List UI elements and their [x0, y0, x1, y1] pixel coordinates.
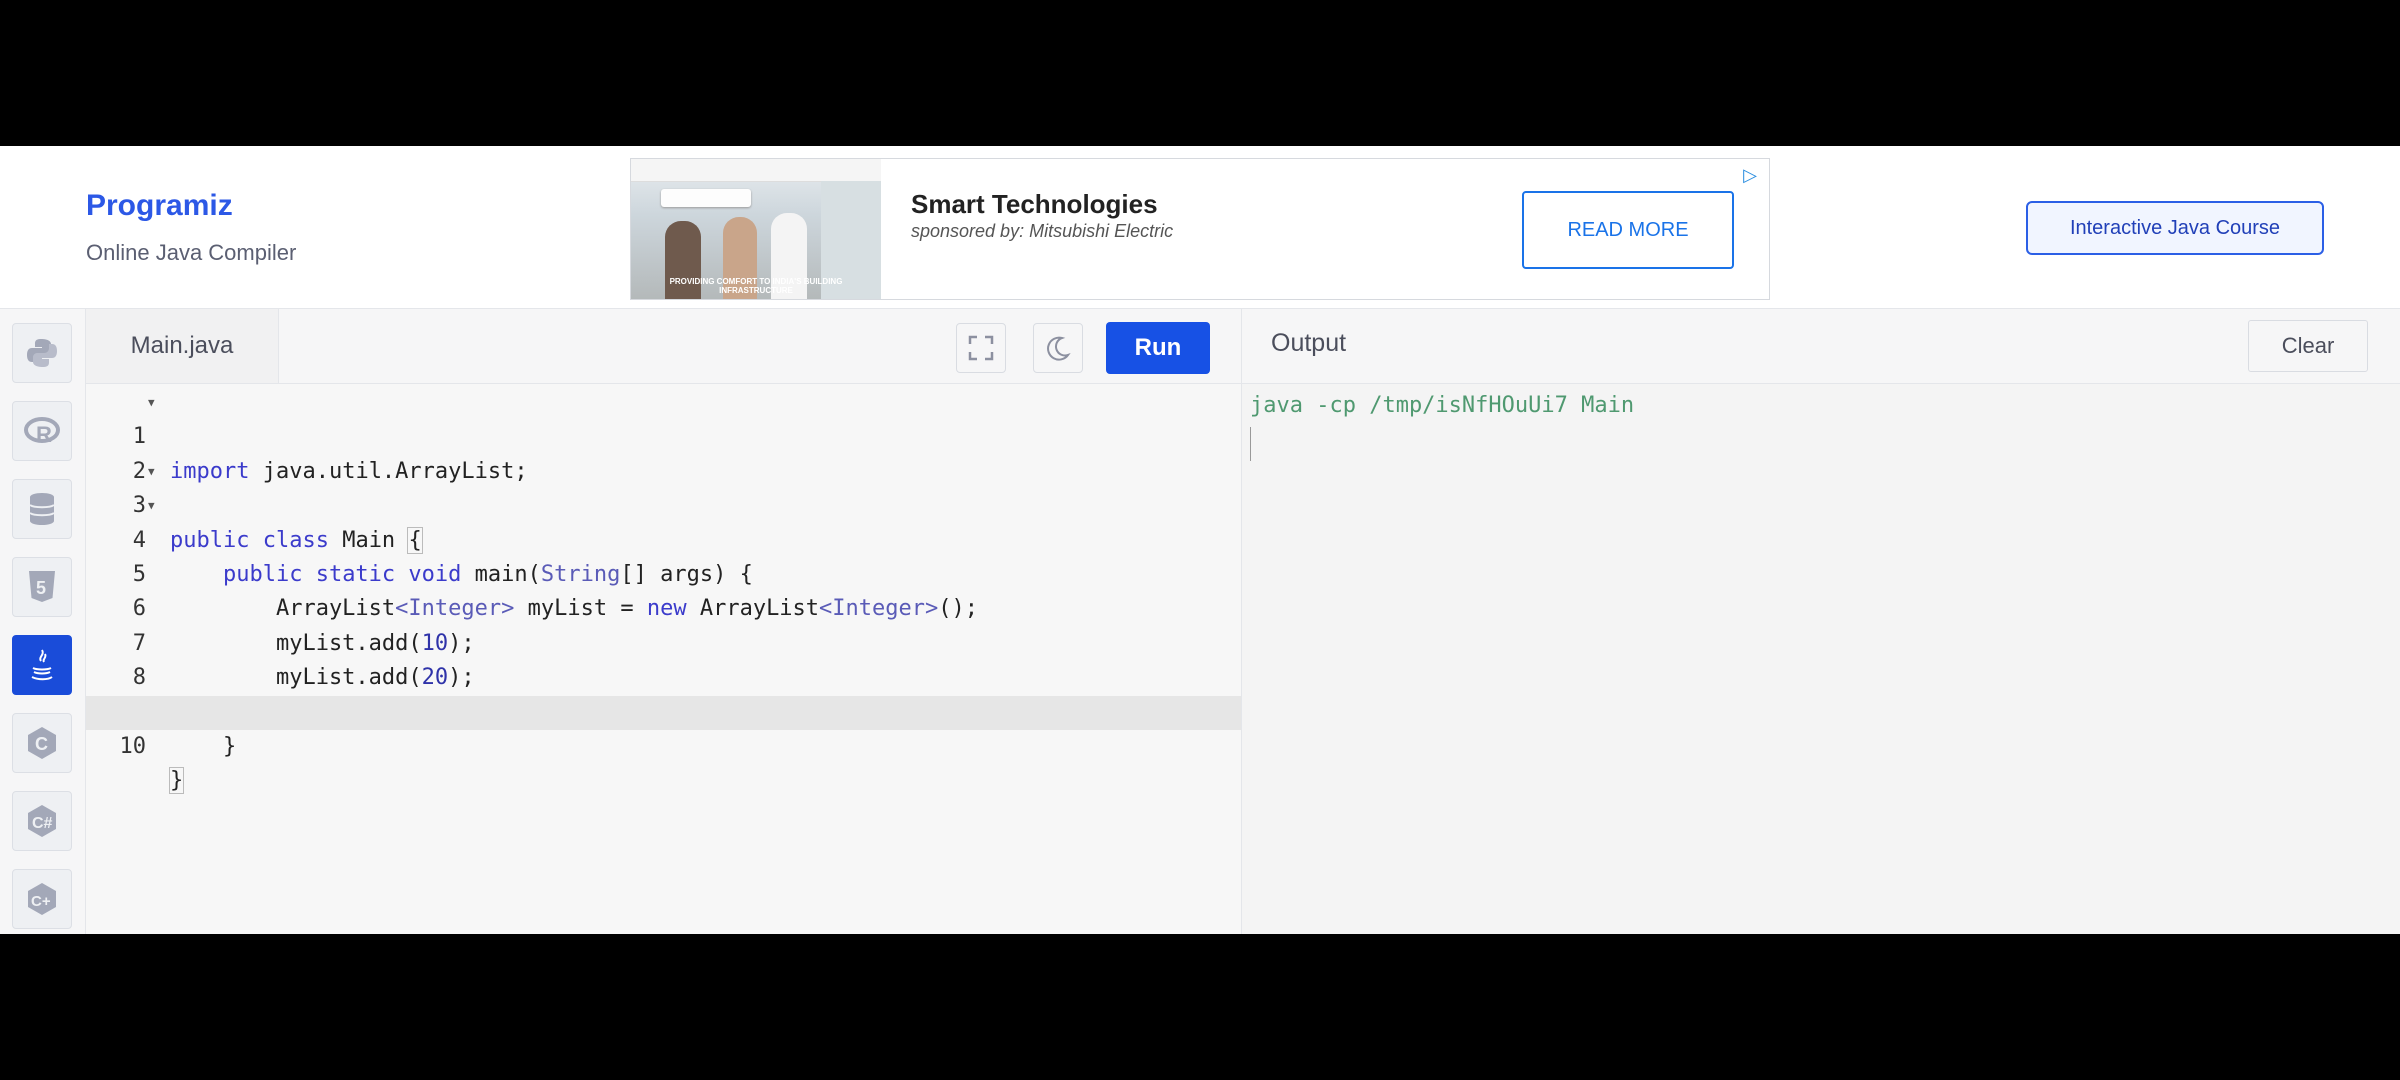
python-icon[interactable] — [12, 323, 72, 383]
interactive-java-course-button[interactable]: Interactive Java Course — [2026, 201, 2324, 255]
fold-arrow-icon[interactable]: ▼ — [148, 489, 155, 523]
output-toolbar: Output Clear — [1242, 309, 2400, 384]
run-button[interactable]: Run — [1106, 322, 1210, 374]
sql-icon[interactable] — [12, 479, 72, 539]
read-more-button[interactable]: READ MORE — [1522, 191, 1734, 269]
editor-toolbar: Main.java Run — [86, 309, 1241, 384]
ad-choices-icon[interactable]: ▷ — [1743, 165, 1757, 186]
code-line: 6 myList.add(10); — [132, 596, 475, 656]
moon-icon — [1047, 336, 1071, 361]
code-line: 8 myList.add(30); — [132, 665, 475, 724]
csharp-icon[interactable]: C# — [12, 791, 72, 851]
page-subtitle: Online Java Compiler — [86, 240, 297, 265]
svg-text:R: R — [36, 422, 52, 446]
ad-image-caption: PROVIDING COMFORT TO INDIA'S BUILDING IN… — [669, 277, 843, 295]
code-editor-panel: Main.java Run 1 ▼ import java.util.ArrayL… — [86, 309, 1242, 934]
r-icon[interactable]: R — [12, 401, 72, 461]
html5-icon[interactable]: 5 — [12, 557, 72, 617]
svg-text:C: C — [35, 734, 48, 754]
code-line: 4 ▼ public static void main(String[] args… — [86, 489, 1241, 587]
code-line: 3 ▼ public class Main { — [86, 455, 1241, 554]
ad-image[interactable]: PROVIDING COMFORT TO INDIA'S BUILDING IN… — [631, 159, 881, 299]
fullscreen-button[interactable] — [956, 323, 1006, 373]
code-area[interactable]: 1 ▼ import java.util.ArrayList; 2 3 ▼ publ… — [86, 386, 1241, 795]
logo-text: Programiz — [86, 189, 233, 222]
language-sidebar: R 5 C C# C+ — [0, 309, 86, 934]
dark-mode-button[interactable] — [1033, 323, 1083, 373]
output-text[interactable]: java -cp /tmp/isNfHOuUi7 Main — [1250, 393, 1634, 418]
clear-button[interactable]: Clear — [2248, 320, 2368, 372]
svg-text:5: 5 — [36, 578, 46, 598]
c-icon[interactable]: C — [12, 713, 72, 773]
code-line: 7 myList.add(20); — [132, 630, 475, 691]
java-icon[interactable] — [12, 635, 72, 695]
output-cursor — [1250, 427, 1251, 461]
code-line-current: 10 } — [86, 695, 1241, 795]
svg-text:C+: C+ — [31, 893, 51, 910]
ad-banner[interactable]: PROVIDING COMFORT TO INDIA'S BUILDING IN… — [630, 158, 1770, 300]
code-line: 2 — [132, 458, 146, 484]
ad-title[interactable]: Smart Technologies — [911, 189, 1158, 220]
output-panel: Output Clear java -cp /tmp/isNfHOuUi7 Ma… — [1242, 309, 2400, 934]
fold-arrow-icon[interactable]: ▼ — [148, 386, 155, 420]
programiz-logo[interactable]: Programiz — [86, 191, 233, 221]
tab-main-java[interactable]: Main.java — [86, 309, 279, 383]
output-title: Output — [1271, 329, 1347, 357]
app-window: Programiz Online Java Compiler PROVIDING… — [0, 146, 2400, 934]
svg-text:C#: C# — [32, 815, 53, 832]
code-line: 5 ArrayList<Integer> myList = new ArrayL… — [132, 561, 979, 622]
code-line: 1 ▼ import java.util.ArrayList; — [86, 386, 1241, 484]
header: Programiz Online Java Compiler PROVIDING… — [0, 146, 2400, 309]
ad-sponsor: sponsored by: Mitsubishi Electric — [911, 221, 1174, 241]
fold-arrow-icon[interactable]: ▼ — [148, 455, 155, 489]
code-line: 9 } — [133, 700, 237, 759]
cpp-icon[interactable]: C+ — [12, 869, 72, 929]
fullscreen-icon — [968, 335, 994, 361]
